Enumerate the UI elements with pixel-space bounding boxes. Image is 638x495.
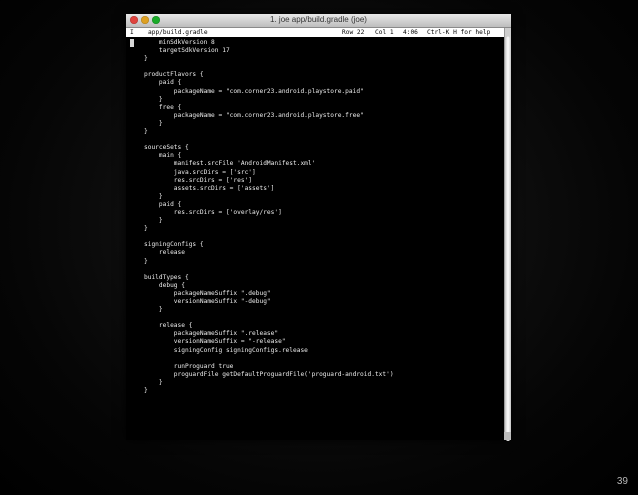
code-line: paid { [144,79,182,87]
code-line: } [144,192,163,200]
scrollbar-thumb[interactable] [506,36,510,441]
code-line: } [144,257,148,265]
code-line: res.srcDirs = ['overlay/res'] [144,208,282,216]
code-line: release { [144,322,193,330]
status-filename: app/build.gradle [148,29,208,36]
code-line: assets.srcDirs = ['assets'] [144,184,275,192]
status-help-hint: Ctrl-K H for help [427,29,491,36]
code-line: proguardFile getDefaultProguardFile('pro… [144,370,394,378]
code-line: packageNameSuffix ".release" [144,330,279,338]
slide-background: 1. joe app/build.gradle (joe) I app/buil… [0,0,638,495]
code-line: packageNameSuffix ".debug" [144,289,271,297]
code-line: sourceSets { [144,144,189,152]
code-line: } [144,306,163,314]
code-line: productFlavors { [144,71,204,79]
status-row: Row 22 [342,29,365,36]
window-titlebar[interactable]: 1. joe app/build.gradle (joe) [126,14,511,28]
code-editor-text[interactable]: minSdkVersion 8 targetSdkVersion 17 } pr… [144,39,394,395]
code-line: versionNameSuffix "-debug" [144,298,271,305]
code-line: } [144,119,163,127]
editor-status-bar: I app/build.gradle Row 22 Col 1 4:06 Ctr… [126,28,504,37]
slide-page-number: 39 [616,476,628,487]
terminal-window[interactable]: 1. joe app/build.gradle (joe) I app/buil… [126,14,511,441]
window-title: 1. joe app/build.gradle (joe) [270,15,367,24]
code-line: packageName = "com.corner23.android.play… [144,87,364,95]
code-line: release [144,249,185,257]
code-line: signingConfig signingConfigs.release [144,346,308,354]
resize-grip-icon[interactable] [504,432,511,440]
cursor-block [130,39,134,47]
code-line: runProguard true [144,362,234,370]
code-line: java.srcDirs = ['src'] [144,168,256,176]
code-line: } [144,225,148,233]
code-line: res.srcDirs = ['res'] [144,176,253,184]
code-line: free { [144,103,182,111]
status-mode: I [130,29,134,36]
code-line: } [144,217,163,225]
code-line: } [144,387,148,395]
code-line: buildTypes { [144,273,189,281]
code-line: minSdkVersion 8 [144,39,215,46]
code-line: paid { [144,200,182,208]
code-line: } [144,128,148,136]
code-line: main { [144,152,182,160]
code-line: signingConfigs { [144,241,204,249]
code-line: } [144,378,163,386]
code-line: packageName = "com.corner23.android.play… [144,111,364,119]
status-col: Col 1 [375,29,394,36]
code-line: debug { [144,281,185,289]
code-line: } [144,95,163,103]
vertical-scrollbar[interactable] [504,28,511,441]
code-line: } [144,55,148,63]
status-time: 4:06 [403,29,418,36]
code-line: versionNameSuffix = "-release" [144,338,286,346]
code-line: manifest.srcFile 'AndroidManifest.xml' [144,160,316,168]
code-line: targetSdkVersion 17 [144,47,230,55]
